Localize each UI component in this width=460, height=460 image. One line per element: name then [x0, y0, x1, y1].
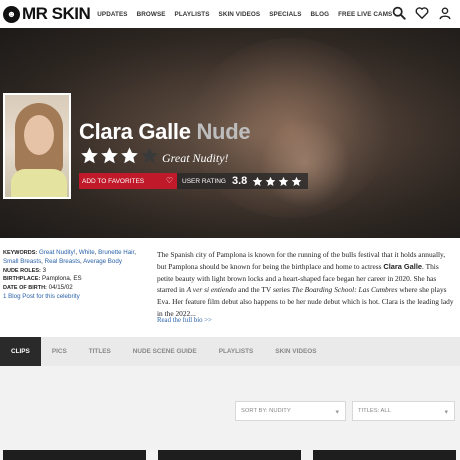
celebrity-first-name: Clara Galle [79, 119, 191, 144]
nav-link-skin-videos[interactable]: SKIN VIDEOS [219, 11, 261, 18]
nude-roles-row: NUDE ROLES: 3 [3, 267, 151, 276]
clip-thumbnail[interactable] [313, 450, 456, 460]
nav-link-browse[interactable]: BROWSE [137, 11, 166, 18]
bio-text: and the TV series [236, 285, 292, 295]
keywords-row: KEYWORDS: Great Nudity!, White, Brunette… [3, 249, 137, 265]
add-to-favorites-button[interactable]: ADD TO FAVORITES ♡ [79, 173, 177, 189]
user-rating-label: USER RATING [182, 177, 226, 185]
nudity-rating-text: Great Nudity! [162, 151, 229, 165]
sort-select-value: SORT BY: NUDITY [241, 408, 291, 414]
keyword-link[interactable]: Average Body [83, 258, 122, 265]
tab-clips[interactable]: CLIPS [0, 337, 41, 371]
tab-pics[interactable]: PICS [41, 337, 78, 366]
nav-link-updates[interactable]: UPDATES [97, 11, 127, 18]
celebrity-name: Clara Galle Nude [79, 119, 251, 145]
user-rating[interactable]: USER RATING 3.8 [177, 173, 308, 189]
chevron-down-icon: ▾ [335, 409, 339, 416]
logo[interactable]: ☻ MR SKIN [3, 4, 91, 24]
nude-roles-key: NUDE ROLES: [3, 267, 41, 274]
logo-text: MR SKIN [22, 4, 91, 23]
nav-link-blog[interactable]: BLOG [311, 11, 330, 18]
keyword-link[interactable]: Small Breasts [3, 258, 41, 265]
user-rating-stars[interactable] [252, 176, 302, 187]
dob-row: DATE OF BIRTH: 04/15/02 [3, 284, 151, 293]
dob-value: 04/15/02 [48, 284, 73, 292]
bio-title: The Boarding School: Las Cumbres [291, 285, 398, 295]
nudity-rating-stars [80, 146, 159, 165]
birthplace-key: BIRTHPLACE: [3, 276, 41, 283]
user-icon[interactable] [438, 6, 452, 20]
bio-title: A ver si entiendo [186, 285, 237, 295]
nav-link-specials[interactable]: SPECIALS [269, 11, 301, 18]
birthplace-row: BIRTHPLACE: Pamplona, ES [3, 275, 151, 284]
nav-icons [392, 6, 452, 20]
blog-post-link[interactable]: 1 Blog Post for this celebrity [3, 293, 151, 302]
add-to-favorites-label: ADD TO FAVORITES [82, 177, 145, 185]
nude-roles-value: 3 [42, 266, 47, 274]
star-icon[interactable] [252, 176, 263, 187]
bio-name: Clara Galle [383, 261, 423, 271]
titles-select[interactable]: TITLES: ALL ▾ [352, 401, 455, 421]
tab-playlists[interactable]: PLAYLISTS [208, 337, 265, 366]
keyword-link[interactable]: Brunette Hair [98, 249, 134, 256]
star-icon[interactable] [278, 176, 289, 187]
clip-thumbnail[interactable] [158, 450, 301, 460]
star-icon[interactable] [265, 176, 276, 187]
star-filled-icon [101, 147, 118, 164]
content-tabs: CLIPS PICS TITLES NUDE SCENE GUIDE PLAYL… [0, 337, 460, 371]
birthplace-value: Pamplona, ES [42, 275, 82, 283]
clip-thumbnail[interactable] [3, 450, 146, 460]
star-filled-icon [121, 147, 138, 164]
nav-link-playlists[interactable]: PLAYLISTS [175, 11, 210, 18]
keyword-link[interactable]: White [79, 249, 95, 256]
keywords-key: KEYWORDS: [3, 250, 38, 256]
user-rating-value: 3.8 [231, 175, 248, 187]
star-empty-icon [141, 147, 158, 164]
celebrity-portrait[interactable] [3, 93, 71, 199]
read-full-bio-link[interactable]: Read the full bio >> [157, 317, 212, 324]
keyword-link[interactable]: Real Breasts [45, 258, 80, 265]
tab-nude-scene-guide[interactable]: NUDE SCENE GUIDE [122, 337, 208, 366]
top-nav: ☻ MR SKIN UPDATES BROWSE PLAYLISTS SKIN … [0, 0, 460, 28]
tab-titles[interactable]: TITLES [78, 337, 122, 366]
celebrity-facts: KEYWORDS: Great Nudity!, White, Brunette… [3, 249, 151, 302]
sort-select[interactable]: SORT BY: NUDITY ▾ [235, 401, 346, 421]
tab-skin-videos[interactable]: SKIN VIDEOS [264, 337, 327, 366]
nav-links: UPDATES BROWSE PLAYLISTS SKIN VIDEOS SPE… [97, 11, 401, 18]
star-filled-icon [81, 147, 98, 164]
keyword-link[interactable]: Great Nudity! [39, 249, 75, 256]
dob-key: DATE OF BIRTH: [3, 285, 47, 292]
titles-select-value: TITLES: ALL [358, 408, 391, 414]
heart-outline-icon: ♡ [165, 176, 173, 185]
heart-icon[interactable] [415, 6, 429, 20]
nav-link-free-live-cams[interactable]: FREE LIVE CAMS [338, 11, 392, 18]
star-icon[interactable] [291, 176, 302, 187]
search-icon[interactable] [392, 6, 406, 20]
celebrity-bio: The Spanish city of Pamplona is known fo… [157, 249, 455, 320]
chevron-down-icon: ▾ [444, 409, 448, 416]
nude-label: Nude [196, 119, 251, 144]
hero-background-highlight [260, 118, 350, 208]
logo-face-icon: ☻ [3, 5, 20, 23]
